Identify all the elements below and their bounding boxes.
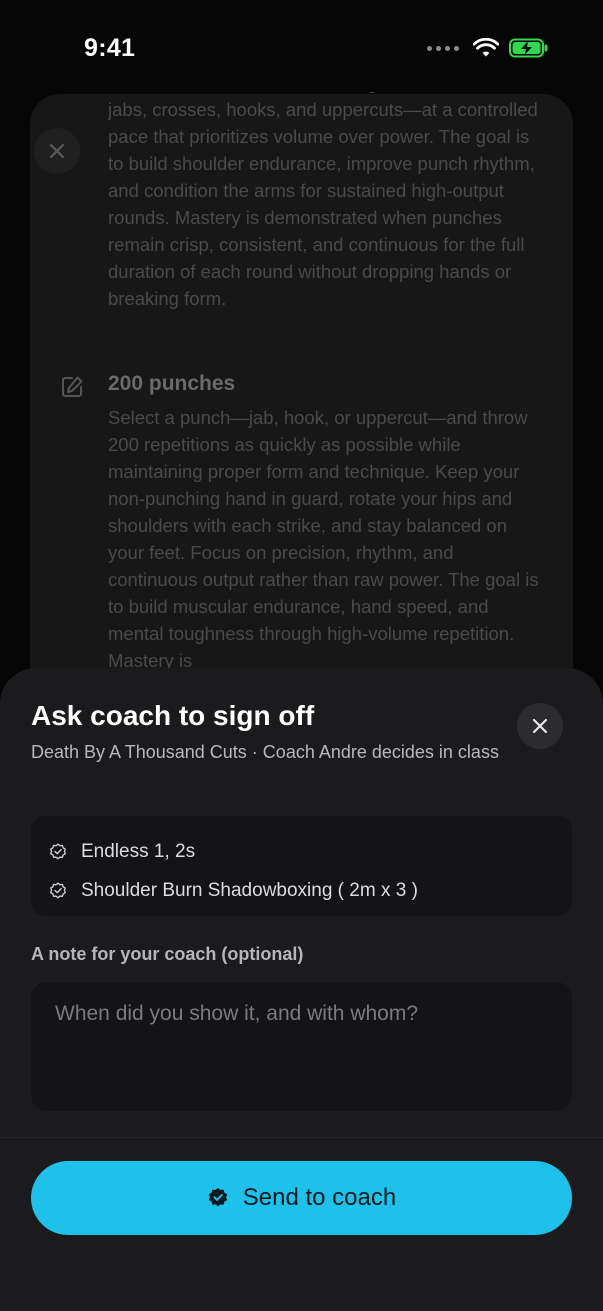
status-icons: [427, 38, 549, 58]
background-skill-title: 200 punches: [108, 372, 236, 395]
edit-note-icon: [62, 376, 83, 397]
wifi-icon: [473, 38, 499, 57]
verified-badge-icon: [50, 881, 66, 898]
verified-badge-icon: [50, 842, 66, 859]
note-input[interactable]: [31, 982, 572, 1111]
status-time: 9:41: [84, 34, 136, 62]
verified-badge-icon: [208, 1187, 227, 1207]
skills-list: Endless 1, 2s Shoulder Burn Shadowboxing…: [31, 816, 572, 916]
skill-item: Endless 1, 2s: [49, 832, 554, 871]
skill-label: Shoulder Burn Shadowboxing ( 2m x 3 ): [81, 879, 418, 901]
sheet-close-button[interactable]: [517, 703, 563, 749]
send-button-label: Send to coach: [242, 1184, 397, 1211]
sheet-title: Ask coach to sign off: [31, 700, 315, 731]
background-close-button[interactable]: [34, 128, 80, 174]
battery-charging-icon: [509, 38, 548, 58]
sheet-subtitle: Death By A Thousand Cuts · Coach Andre d…: [31, 742, 499, 762]
background-paragraph-text: Throw continuous shadowboxing combinatio…: [108, 92, 538, 309]
send-to-coach-button[interactable]: Send to coach: [31, 1161, 572, 1235]
background-skill-description: Select a punch—jab, hook, or uppercut—an…: [108, 407, 539, 671]
skill-item: Shoulder Burn Shadowboxing ( 2m x 3 ): [49, 871, 554, 910]
note-label: A note for your coach (optional): [31, 944, 304, 964]
close-icon: [49, 143, 65, 159]
cellular-dots-icon: [427, 45, 459, 51]
close-icon: [532, 718, 548, 734]
screen: 9:41 Throw continuous shadowboxing combi…: [0, 0, 603, 1311]
background-paragraph: Throw continuous shadowboxing combinatio…: [108, 92, 548, 336]
divider: [0, 1137, 603, 1138]
skill-label: Endless 1, 2s: [81, 840, 196, 862]
status-bar: 9:41: [0, 0, 603, 95]
